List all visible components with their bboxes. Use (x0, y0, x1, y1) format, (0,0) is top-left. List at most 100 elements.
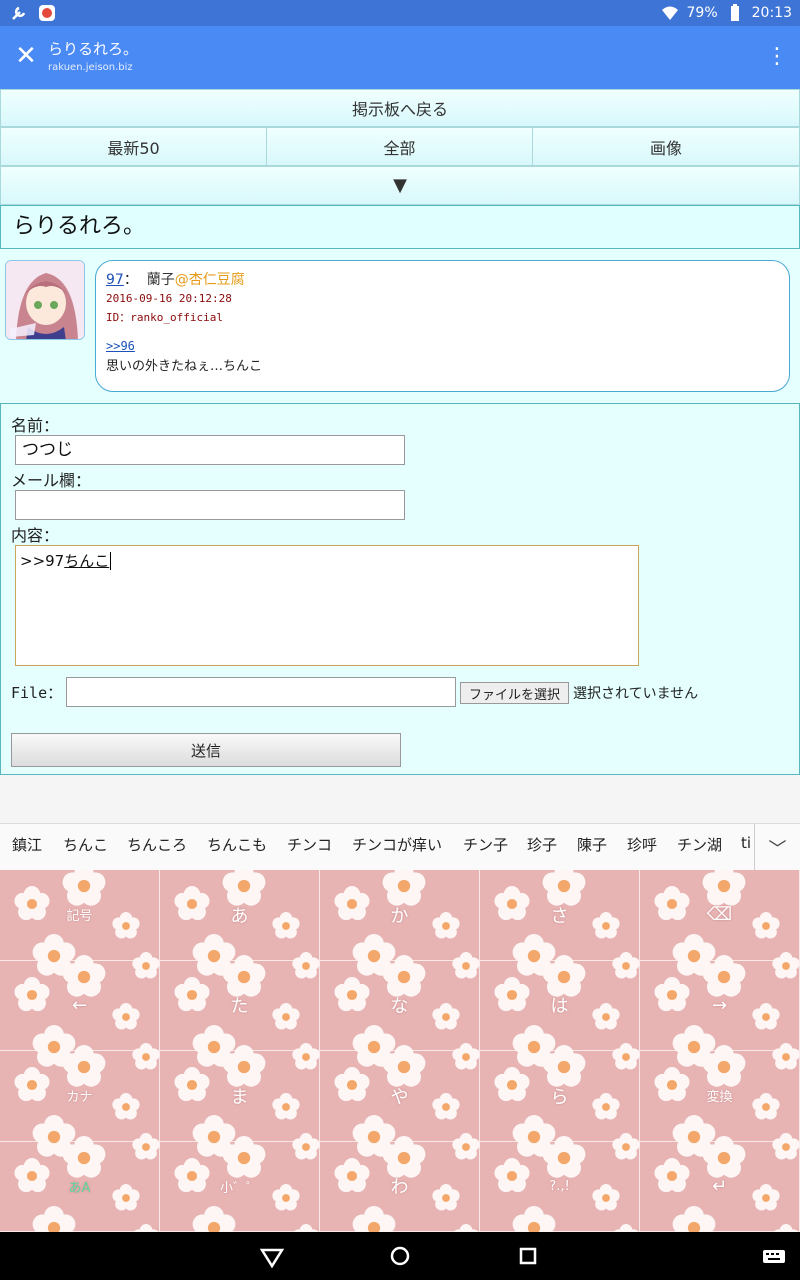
reply-form: 名前： つつじ メール欄： 内容： >>97ちんこ File： ファイルを選択 … (0, 403, 800, 775)
flower-decoration-icon (452, 952, 480, 979)
flower-decoration-icon (772, 1042, 800, 1070)
keyboard-key[interactable]: さ (480, 870, 640, 979)
flower-decoration-icon (542, 1135, 586, 1178)
flower-decoration-icon (174, 976, 210, 1011)
content-label: 内容： (11, 526, 60, 545)
submit-button[interactable]: 送信 (11, 733, 401, 767)
keyboard-key-label: ↵ (711, 1175, 728, 1197)
back-to-board-button[interactable]: 掲示板へ戻る (0, 89, 800, 127)
close-icon[interactable]: ✕ (12, 42, 40, 70)
keyboard-key-label: 記号 (66, 909, 93, 925)
choose-file-button[interactable]: ファイルを選択 (460, 682, 569, 704)
keyboard-key-label: あ (230, 905, 249, 927)
flower-decoration-icon (222, 1135, 266, 1178)
flower-decoration-icon (654, 1157, 690, 1192)
battery-percent: 79% (686, 5, 718, 21)
suggestion-item[interactable]: チン湖 (677, 834, 722, 855)
app-notification-icon (39, 5, 55, 21)
wrench-icon (12, 6, 26, 20)
home-circle-icon[interactable] (386, 1242, 414, 1270)
flower-decoration-icon (32, 1205, 76, 1232)
flower-decoration-icon (592, 1183, 620, 1211)
keyboard-key-label: カナ (66, 1090, 93, 1106)
more-vert-icon[interactable]: ⋮ (766, 44, 788, 70)
flower-decoration-icon (62, 1045, 106, 1087)
mail-field[interactable] (15, 490, 405, 520)
suggestion-item[interactable]: チン子 (463, 834, 508, 855)
flower-decoration-icon (174, 1067, 210, 1102)
flower-decoration-icon (752, 912, 780, 939)
file-path-field[interactable] (66, 677, 456, 707)
keyboard-key-label: ← (71, 994, 88, 1016)
suggestion-item[interactable]: 珍呼 (627, 834, 657, 855)
suggestion-item[interactable]: 陳子 (577, 834, 607, 855)
flower-decoration-icon (612, 1133, 640, 1160)
flower-decoration-icon (132, 1133, 160, 1160)
keyboard-key[interactable]: あ (160, 870, 320, 979)
keyboard-key-label: ?.,! (549, 1178, 570, 1194)
expand-arrow-button[interactable]: ▼ (0, 166, 800, 205)
flower-decoration-icon (62, 1135, 106, 1178)
flower-decoration-icon (272, 1183, 300, 1211)
flower-decoration-icon (292, 952, 320, 979)
flower-decoration-icon (112, 912, 140, 939)
suggestion-item[interactable]: ちんころ (127, 834, 187, 855)
flower-decoration-icon (432, 1002, 460, 1030)
keyboard-key[interactable]: か (320, 870, 480, 979)
flower-decoration-icon (174, 1157, 210, 1192)
composing-text: ちんこ (64, 552, 110, 570)
recents-square-icon[interactable] (514, 1242, 542, 1270)
back-triangle-icon[interactable] (258, 1242, 286, 1270)
keyboard-key-label: あA (68, 1180, 91, 1196)
keyboard-key-label: 変換 (706, 1090, 733, 1106)
content-textarea[interactable]: >>97ちんこ (15, 545, 639, 666)
suggestion-item[interactable]: チンコが痒い (352, 834, 442, 855)
flower-decoration-icon (14, 1157, 50, 1192)
keyboard-key[interactable]: 記号 (0, 870, 160, 979)
flower-decoration-icon (334, 886, 370, 921)
name-field[interactable]: つつじ (15, 435, 405, 465)
content-prefix: >>97 (20, 552, 65, 570)
keyboard-switch-icon[interactable] (760, 1242, 788, 1270)
suggestion-item[interactable]: ちんこ (63, 834, 108, 855)
reply-anchor-link[interactable]: >>96 (106, 339, 789, 353)
avatar-image (6, 261, 84, 339)
flower-decoration-icon (133, 1223, 159, 1232)
custom-tab-toolbar: ✕ らりるれろ。 rakuen.jeison.biz ⋮ (0, 26, 800, 89)
clock: 20:13 (751, 5, 792, 21)
flower-decoration-icon (613, 1223, 639, 1232)
flower-decoration-icon (702, 1045, 746, 1087)
suggestion-item[interactable]: チンコ (287, 834, 332, 855)
flower-decoration-icon (292, 1042, 320, 1070)
post-number-colon: ： (123, 272, 138, 288)
keyboard-key-label: ⌫ (706, 904, 733, 926)
flower-decoration-icon (272, 1002, 300, 1030)
suggestion-item[interactable]: 珍子 (527, 834, 557, 855)
flower-decoration-icon (334, 976, 370, 1011)
keyboard-key-label: な (390, 996, 409, 1018)
status-bar: 79% 20:13 (0, 0, 800, 26)
flower-decoration-icon (592, 912, 620, 939)
flower-decoration-icon (612, 1042, 640, 1070)
flower-decoration-icon (592, 1002, 620, 1030)
flower-decoration-icon (654, 1067, 690, 1102)
name-label: 名前： (11, 416, 60, 435)
all-posts-button[interactable]: 全部 (266, 127, 533, 166)
flower-decoration-icon (494, 976, 530, 1011)
flower-decoration-icon (62, 954, 106, 997)
flower-decoration-icon (452, 1042, 480, 1070)
keyboard-key-label: 小゛゜ (219, 1180, 259, 1196)
chevron-down-icon[interactable]: ﹀ (754, 824, 800, 870)
post-number-link[interactable]: 97 (106, 272, 124, 288)
keyboard-key[interactable]: ⌫ (640, 870, 800, 979)
keyboard-key-label: さ (550, 905, 569, 927)
flower-decoration-icon (512, 1205, 556, 1232)
images-button[interactable]: 画像 (532, 127, 800, 166)
avatar (5, 260, 85, 340)
suggestion-item[interactable]: ti (741, 834, 751, 852)
suggestion-item[interactable]: ちんこも (207, 834, 267, 855)
flower-decoration-icon (334, 1157, 370, 1192)
suggestion-item[interactable]: 鎮江 (12, 834, 42, 855)
latest50-button[interactable]: 最新50 (0, 127, 267, 166)
flower-decoration-icon (112, 1002, 140, 1030)
